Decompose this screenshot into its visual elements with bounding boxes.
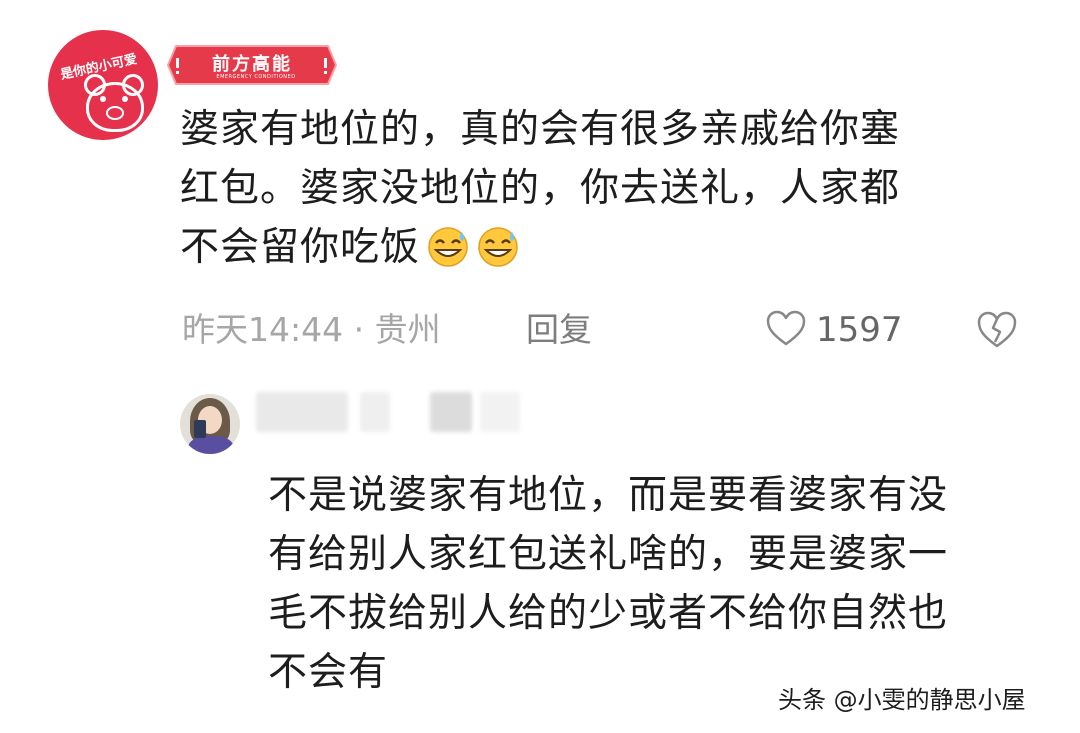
sweat-smile-icon	[478, 227, 518, 267]
reply-line: 有给别人家红包送礼啥的，要是婆家一	[268, 532, 949, 577]
comment-text: 婆家有地位的，真的会有很多亲戚给你塞 红包。婆家没地位的，你去送礼，人家都 不会…	[180, 100, 1020, 277]
reply-text: 不是说婆家有地位，而是要看婆家有没 有给别人家红包送礼啥的，要是婆家一 毛不拔给…	[268, 466, 1048, 702]
blurred-username	[360, 392, 390, 432]
comment-line: 红包。婆家没地位的，你去送礼，人家都	[180, 166, 901, 211]
like-heart-icon[interactable]	[766, 310, 806, 348]
sweat-smile-icon	[428, 227, 468, 267]
badge-label: 前方高能	[212, 54, 292, 75]
broken-heart-icon[interactable]	[976, 310, 1018, 350]
comment-time-location: 昨天14:44 · 贵州	[182, 310, 441, 349]
high-energy-badge: 前方高能 EMERGENCY CONDITIONED	[166, 44, 338, 86]
reply-avatar[interactable]	[180, 394, 240, 454]
like-count: 1597	[816, 310, 903, 350]
reply-line: 不是说婆家有地位，而是要看婆家有没	[268, 473, 949, 518]
comment-line-last: 不会留你吃饭	[180, 218, 1020, 277]
reply-line: 毛不拔给别人给的少或者不给你自然也	[268, 591, 949, 636]
blurred-username	[480, 392, 520, 432]
commenter-avatar[interactable]: 是你的小可爱	[48, 30, 158, 140]
badge-sublabel: EMERGENCY CONDITIONED	[216, 74, 296, 80]
comment-line: 不会留你吃饭	[180, 225, 421, 270]
watermark: 头条 @小雯的静思小屋	[778, 686, 1026, 714]
reply-button[interactable]: 回复	[526, 308, 592, 352]
blurred-username	[430, 392, 472, 432]
blurred-username	[256, 392, 348, 432]
comment-line: 婆家有地位的，真的会有很多亲戚给你塞	[180, 107, 901, 152]
